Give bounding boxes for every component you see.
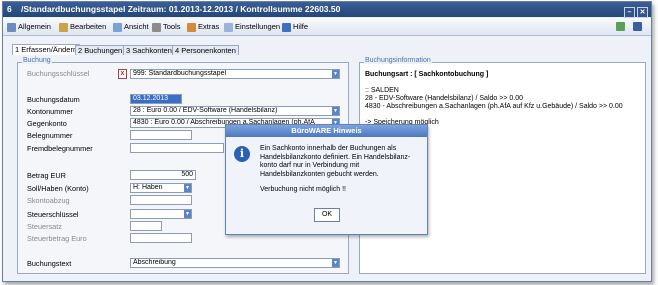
fremdbelegnummer-field[interactable] <box>130 143 224 153</box>
skontoabzug-field[interactable] <box>130 195 192 205</box>
tab-erfassen[interactable]: 1 Erfassen/Ändern <box>12 44 81 55</box>
menu-toolbar: Allgemein Bearbeiten Ansicht Tools Extra… <box>3 18 651 36</box>
minimize-button[interactable]: – <box>624 7 635 18</box>
gegenkonto-label: Gegenkonto <box>27 119 67 128</box>
chevron-down-icon: ▼ <box>332 70 339 78</box>
menu-bearbeiten[interactable]: Bearbeiten <box>59 21 106 32</box>
buchungsschluessel-label: Buchungsschlüssel <box>27 69 90 78</box>
dialog-message-error: Verbuchung nicht möglich !! <box>260 186 346 193</box>
menu-extras[interactable]: Extras <box>187 21 219 32</box>
menu-tools[interactable]: Tools <box>152 21 181 32</box>
steuerbetrag-label: Steuerbetrag Euro <box>27 234 87 243</box>
close-button[interactable]: ✕ <box>637 7 648 18</box>
steuersatz-label: Steuersatz <box>27 222 62 231</box>
saldo-line-2: 4830 - Abschreibungen a.Sachanlagen (ph.… <box>365 103 623 110</box>
dialog-message: Ein Sachkonto innerhalb der Buchungen al… <box>260 145 420 195</box>
tab-personenkonten[interactable]: 4 Personenkonten <box>172 45 239 55</box>
dialog-message-text: Ein Sachkonto innerhalb der Buchungen al… <box>260 145 411 178</box>
sollhaben-label: Soll/Haben (Konto) <box>27 184 89 193</box>
hinweis-dialog: BüroWARE Hinweis i Ein Sachkonto innerha… <box>225 124 428 235</box>
info-icon: i <box>234 146 250 162</box>
settings-list-icon <box>224 22 233 32</box>
steuerschluessel-select[interactable]: ▼ <box>130 209 192 219</box>
buchungstext-label: Buchungstext <box>27 259 72 268</box>
belegnummer-label: Belegnummer <box>27 131 73 140</box>
steuersatz-field[interactable] <box>130 221 162 231</box>
window-title: /Standardbuchungsstapel Zeitraum: 01.201… <box>21 4 341 14</box>
steuerbetrag-field[interactable] <box>130 233 192 243</box>
chevron-down-icon: ▼ <box>184 184 191 192</box>
buchungsdatum-field[interactable]: 03.12.2013 <box>130 94 182 104</box>
extras-icon <box>187 22 196 32</box>
fremdbelegnummer-label: Fremdbelegnummer <box>27 144 93 153</box>
tab-sachkonten[interactable]: 3 Sachkonten <box>123 45 175 55</box>
buchungsdatum-label: Buchungsdatum <box>27 95 80 104</box>
betrag-label: Betrag EUR <box>27 171 66 180</box>
dialog-title: BüroWARE Hinweis <box>226 125 427 137</box>
menu-einstellungen[interactable]: Einstellungen <box>224 21 280 32</box>
belegnummer-field[interactable] <box>130 130 192 140</box>
steuerschluessel-label: Steuerschlüssel <box>27 210 79 219</box>
ok-button[interactable]: OK <box>314 208 340 222</box>
chevron-down-icon: ▼ <box>332 259 339 267</box>
salden-heading: :: SALDEN <box>365 87 399 94</box>
skontoabzug-label: Skontoabzug <box>27 196 70 205</box>
window-number: 6 <box>7 4 12 14</box>
buchungsart-text: Buchungsart : [ Sachkontobuchung ] <box>365 71 489 78</box>
window-controls: – ✕ <box>622 4 648 19</box>
kontonummer-select[interactable]: 28 : Euro 0.00 / EDV-Software (Handelsbi… <box>130 106 340 116</box>
save-icon[interactable] <box>633 22 642 31</box>
chevron-down-icon: ▼ <box>332 107 339 115</box>
menu-allgemein[interactable]: Allgemein <box>7 21 51 32</box>
buchungstext-select[interactable]: Abschreibung ▼ <box>130 258 340 268</box>
new-doc-icon[interactable] <box>616 22 625 31</box>
menu-hilfe[interactable]: Hilfe <box>282 21 308 32</box>
sollhaben-select[interactable]: H: Haben ▼ <box>130 183 192 193</box>
betrag-field[interactable]: 500 <box>130 170 196 180</box>
edit-icon <box>59 22 68 32</box>
tab-buchungen[interactable]: 2 Buchungen <box>75 45 126 55</box>
saldo-line-1: 28 - EDV-Software (Handelsbilanz) / Sald… <box>365 95 523 102</box>
info-legend: Buchungsinformation <box>364 57 432 64</box>
kontonummer-label: Kontonummer <box>27 107 73 116</box>
settings-icon <box>7 22 16 32</box>
clear-x-icon[interactable]: x <box>118 69 127 79</box>
title-bar: 6/Standardbuchungsstapel Zeitraum: 01.20… <box>3 2 651 19</box>
help-icon <box>282 22 291 32</box>
chevron-down-icon: ▼ <box>184 210 191 218</box>
menu-ansicht[interactable]: Ansicht <box>113 21 149 32</box>
buchungsschluessel-select[interactable]: 999: Standardbuchungsstapel ▼ <box>130 69 340 79</box>
buchung-legend: Buchung <box>22 57 52 64</box>
view-icon <box>113 22 122 32</box>
tools-icon <box>152 22 161 32</box>
